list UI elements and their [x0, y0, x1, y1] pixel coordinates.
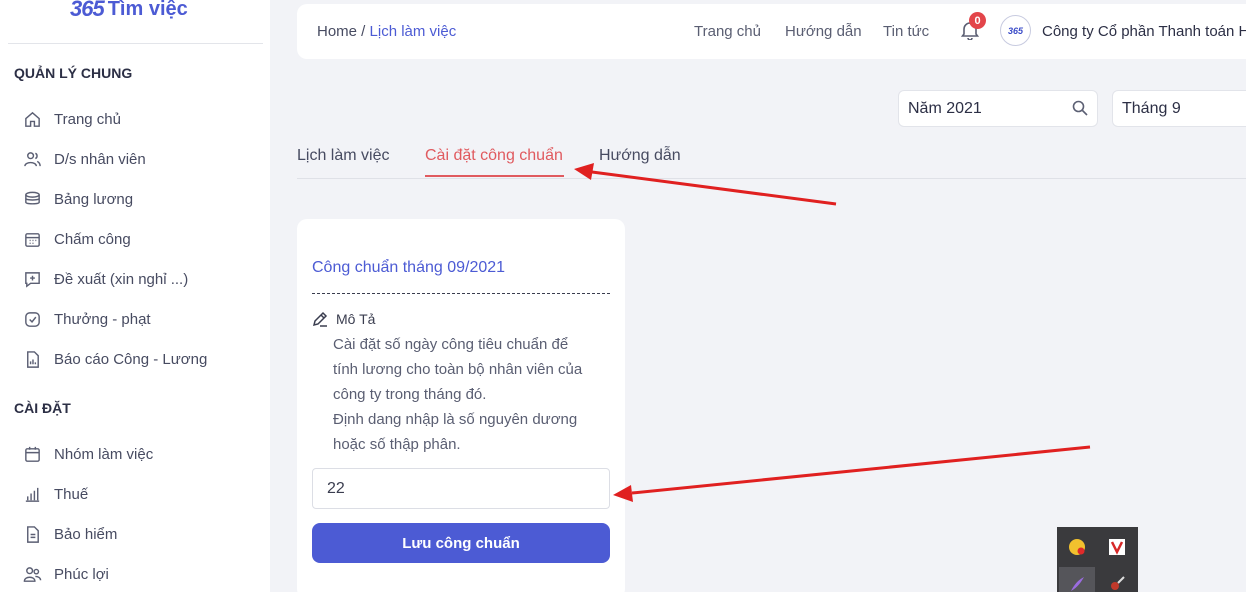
search-icon[interactable]: [1072, 100, 1088, 116]
sidebar-item-label: Phúc lợi: [54, 565, 109, 583]
top-link-news[interactable]: Tin tức: [883, 23, 929, 40]
card-divider: [312, 293, 610, 294]
sidebar-item-label: Bảng lương: [54, 190, 134, 208]
sidebar-item-report[interactable]: Báo cáo Công - Lương: [22, 347, 207, 371]
save-standard-button[interactable]: Lưu công chuẩn: [312, 523, 610, 563]
year-select-value: Năm 2021: [908, 100, 982, 117]
description-title: Mô Tả: [336, 311, 376, 327]
description-line: Định dang nhập là số nguyên dương: [333, 411, 578, 428]
top-header: Home / Lịch làm việc Trang chủ Hướng dẫn…: [297, 4, 1246, 59]
standard-workdays-input[interactable]: [312, 468, 610, 509]
standard-workdays-card: Công chuẩn tháng 09/2021 Mô Tả Cài đặt s…: [297, 219, 625, 592]
logo-mark: 365: [70, 0, 105, 21]
company-name[interactable]: Công ty Cổ phần Thanh toán H: [1042, 23, 1246, 40]
message-plus-icon: [22, 269, 42, 289]
system-tray-popup: [1057, 527, 1138, 592]
description-line: công ty trong tháng đó.: [333, 386, 487, 403]
description-line: Cài đặt số ngày công tiêu chuẩn để: [333, 336, 569, 353]
section-title-general: QUẢN LÝ CHUNG: [14, 65, 133, 81]
tray-app-icon[interactable]: [1099, 567, 1135, 592]
feather-icon: [1071, 577, 1084, 591]
calendar-icon: [22, 444, 42, 464]
description-header: Mô Tả: [312, 311, 375, 327]
sidebar-item-label: Thưởng - phạt: [54, 310, 151, 328]
tray-app-icon[interactable]: [1059, 567, 1095, 592]
description-line: tính lương cho toàn bộ nhân viên của: [333, 361, 583, 378]
description-line: hoặc số thập phân.: [333, 436, 461, 453]
notification-bell[interactable]: 0: [960, 12, 986, 42]
logo[interactable]: 365 Tìm việc: [70, 0, 188, 24]
month-select-value: Tháng 9: [1122, 100, 1181, 117]
sidebar-item-proposal[interactable]: Đề xuất (xin nghỉ ...): [22, 267, 188, 291]
breadcrumb-current: Lịch làm việc: [369, 23, 457, 40]
sidebar-item-label: Báo cáo Công - Lương: [54, 350, 208, 368]
document-icon: [22, 524, 42, 544]
antivirus-icon: [1109, 539, 1125, 555]
tray-app-icon[interactable]: [1099, 530, 1135, 564]
year-select[interactable]: Năm 2021: [898, 90, 1098, 127]
bar-chart-icon: [22, 484, 42, 504]
report-chart-icon: [22, 349, 42, 369]
sidebar-item-label: Trang chủ: [54, 110, 121, 128]
check-shield-icon: [22, 309, 42, 329]
sidebar-divider: [8, 43, 263, 44]
sidebar-item-payroll[interactable]: Bảng lương: [22, 187, 133, 211]
sidebar-item-workgroup[interactable]: Nhóm làm việc: [22, 442, 153, 466]
arrow-to-tab: [574, 163, 837, 206]
coins-icon: [22, 189, 42, 209]
tab-work-schedule[interactable]: Lịch làm việc: [297, 147, 389, 165]
calendar-grid-icon: [22, 229, 42, 249]
pencil-icon: [312, 311, 328, 327]
home-icon: [22, 109, 42, 129]
active-tab-underline: [425, 175, 564, 177]
clock-app-icon: [1069, 539, 1085, 555]
paint-icon: [1111, 576, 1125, 590]
sidebar-item-label: Đề xuất (xin nghỉ ...): [54, 270, 189, 288]
section-title-settings: CÀI ĐẶT: [14, 400, 71, 416]
top-link-home[interactable]: Trang chủ: [694, 23, 761, 40]
logo-text: Tìm việc: [107, 0, 188, 20]
notification-badge: 0: [969, 12, 986, 29]
sidebar-item-reward[interactable]: Thưởng - phạt: [22, 307, 151, 331]
tabs-divider: [297, 178, 1246, 179]
users-icon: [22, 149, 42, 169]
breadcrumb: Home / Lịch làm việc: [317, 23, 456, 40]
sidebar-item-tax[interactable]: Thuế: [22, 482, 88, 506]
company-avatar[interactable]: 365: [1000, 15, 1031, 46]
sidebar-item-welfare[interactable]: Phúc lợi: [22, 562, 109, 586]
month-select[interactable]: Tháng 9: [1112, 90, 1246, 127]
card-title: Công chuẩn tháng 09/2021: [312, 259, 506, 276]
people-icon: [22, 564, 42, 584]
sidebar-item-label: D/s nhân viên: [54, 150, 146, 168]
top-link-guide[interactable]: Hướng dẫn: [785, 23, 862, 40]
sidebar-item-label: Thuế: [54, 485, 89, 503]
sidebar-item-home[interactable]: Trang chủ: [22, 107, 121, 131]
sidebar-item-label: Bảo hiểm: [54, 525, 118, 543]
sidebar-item-timekeeping[interactable]: Chấm công: [22, 227, 131, 251]
sidebar-item-label: Nhóm làm việc: [54, 445, 154, 463]
tray-app-icon[interactable]: [1059, 530, 1095, 564]
tab-guide[interactable]: Hướng dẫn: [599, 147, 681, 165]
sidebar-item-insurance[interactable]: Bảo hiểm: [22, 522, 117, 546]
sidebar-item-employees[interactable]: D/s nhân viên: [22, 147, 146, 171]
arrow-to-input: [613, 445, 1091, 502]
breadcrumb-home[interactable]: Home /: [317, 23, 365, 40]
sidebar: 365 Tìm việc QUẢN LÝ CHUNG Trang chủ D/s…: [0, 0, 270, 592]
tab-standard-workdays[interactable]: Cài đặt công chuẩn: [425, 147, 563, 165]
sidebar-item-label: Chấm công: [54, 230, 131, 248]
